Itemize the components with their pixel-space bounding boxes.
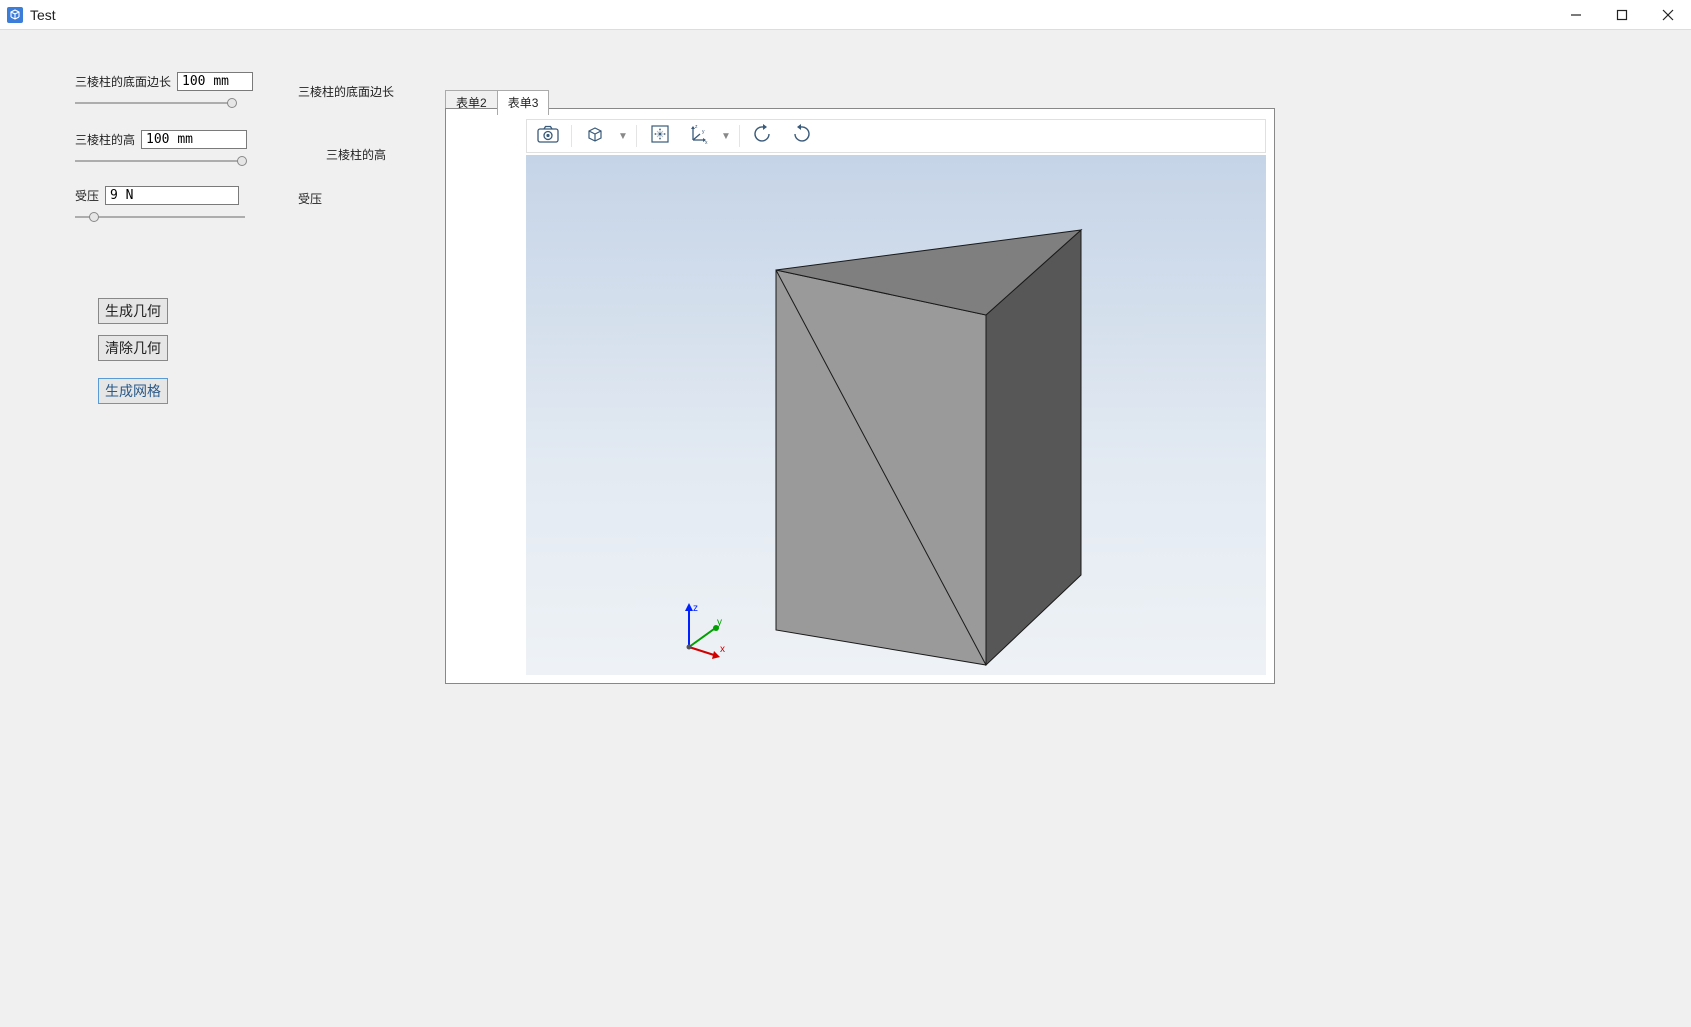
generate-geometry-button[interactable]: 生成几何 [98,298,168,324]
camera-icon [537,125,559,148]
param-load: 受压 [75,186,255,223]
axis-gizmo-icon: z y x [674,599,734,659]
window-controls [1553,0,1691,29]
viewer-frame: ▼ zyx ▼ [445,108,1275,684]
right-label-edge: 三棱柱的底面边长 [298,83,394,100]
rotate-cw-icon [790,124,812,149]
param-edge-label: 三棱柱的底面边长 [75,73,171,90]
svg-text:x: x [720,644,725,655]
param-height: 三棱柱的高 [75,130,255,167]
param-load-input[interactable] [105,186,239,205]
screenshot-button[interactable] [531,122,565,150]
rotate-ccw-button[interactable] [746,122,780,150]
rotate-ccw-icon [752,124,774,149]
client-area: 三棱柱的底面边长 三棱柱的高 受压 三棱柱的底面边长 三棱柱的高 受压 生成几何… [0,30,1691,1027]
param-edge-input[interactable] [177,72,253,91]
window-title: Test [30,7,56,23]
prism-model-icon [526,155,1266,675]
param-height-label: 三棱柱的高 [75,131,135,148]
close-button[interactable] [1645,0,1691,30]
maximize-button[interactable] [1599,0,1645,30]
view-cube-button[interactable] [578,122,612,150]
title-left: Test [6,6,56,24]
slider-thumb-icon[interactable] [89,212,99,222]
clear-geometry-button[interactable]: 清除几何 [98,335,168,361]
param-edge: 三棱柱的底面边长 [75,72,245,109]
param-height-slider[interactable] [75,155,243,167]
fit-view-button[interactable] [643,122,677,150]
app-logo-icon [6,6,24,24]
right-label-height: 三棱柱的高 [326,146,386,163]
fit-icon [650,124,670,149]
param-height-input[interactable] [141,130,247,149]
slider-thumb-icon[interactable] [237,156,247,166]
svg-text:z: z [695,124,698,130]
svg-text:x: x [705,140,708,144]
param-edge-slider[interactable] [75,97,235,109]
axis-icon: zy x [687,124,709,149]
minimize-button[interactable] [1553,0,1599,30]
right-label-load: 受压 [298,190,322,207]
cube-icon [585,124,605,149]
view-cube-dropdown[interactable]: ▼ [616,131,630,142]
svg-text:z: z [693,603,698,614]
svg-text:y: y [702,129,705,135]
rotate-cw-button[interactable] [784,122,818,150]
titlebar: Test [0,0,1691,30]
param-load-label: 受压 [75,187,99,204]
axis-button[interactable]: zy x [681,122,715,150]
param-load-slider[interactable] [75,211,245,223]
canvas-3d[interactable]: z y x [526,155,1266,675]
viewer-toolbar: ▼ zy x ▼ [526,119,1266,153]
slider-thumb-icon[interactable] [227,98,237,108]
axis-dropdown[interactable]: ▼ [719,131,733,142]
svg-text:y: y [717,617,722,628]
tab-form3[interactable]: 表单3 [497,90,550,115]
generate-mesh-button[interactable]: 生成网格 [98,378,168,404]
